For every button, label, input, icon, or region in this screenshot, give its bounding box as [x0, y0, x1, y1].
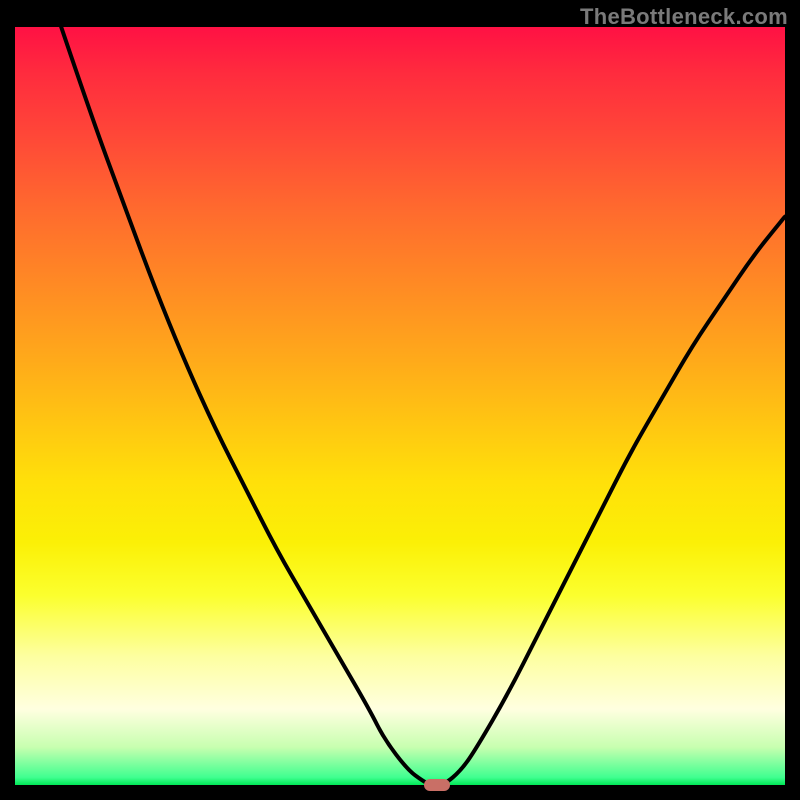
optimal-marker [424, 779, 450, 791]
chart-plot-area [15, 27, 785, 785]
bottleneck-curve [15, 27, 785, 785]
watermark-text: TheBottleneck.com [580, 4, 788, 30]
chart-stage: TheBottleneck.com [0, 0, 800, 800]
